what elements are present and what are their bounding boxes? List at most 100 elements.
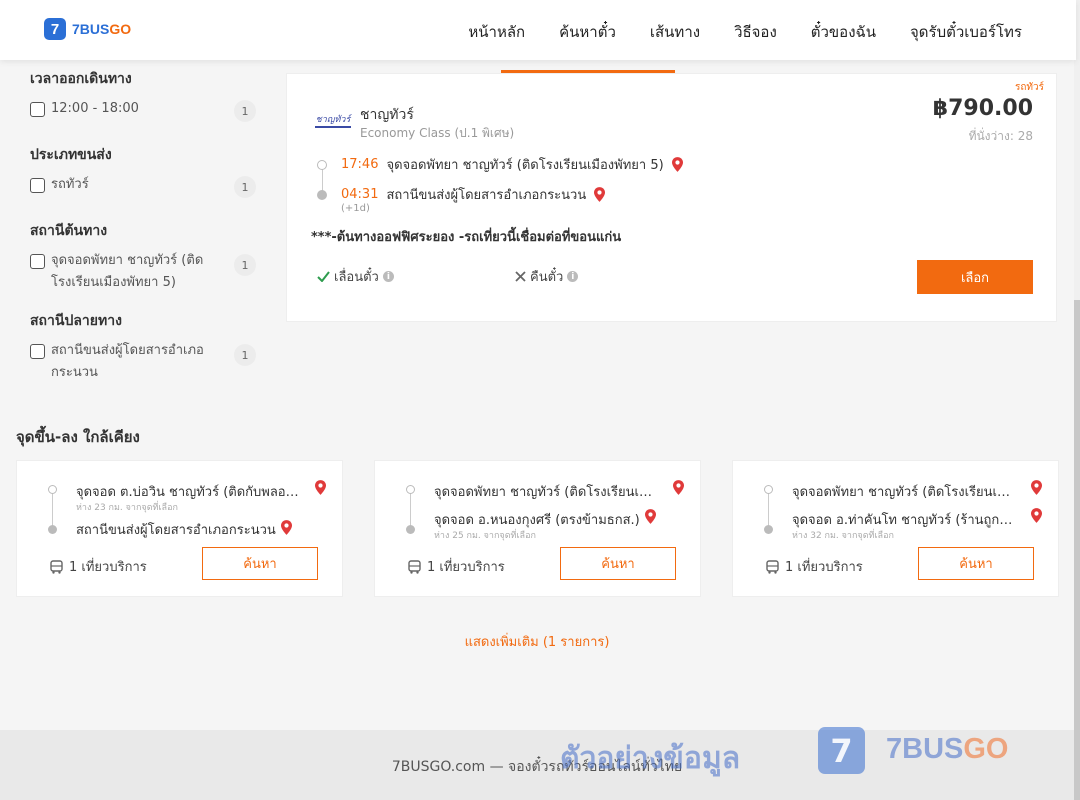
vehicle-type-ribbon: รถทัวร์	[1014, 82, 1044, 93]
site-logo[interactable]: 7 7BUSGO	[44, 18, 131, 40]
watermark-text: ตัวอย่างข้อมูล	[560, 741, 741, 776]
checkbox[interactable]	[30, 178, 45, 193]
checkbox[interactable]	[30, 344, 45, 359]
scrollbar-thumb[interactable]	[1074, 300, 1080, 800]
top-header: 7 7BUSGO หน้าหลัก ค้นหาตั๋ว เส้นทาง วิธี…	[0, 0, 1076, 60]
trip-count: 1 เที่ยวบริการ	[766, 556, 863, 577]
filter-title-departure-time: เวลาออกเดินทาง	[30, 71, 132, 87]
nearby-from: จุดจอดพัทยา ชาญทัวร์ (ติดโรงเรียนเมืองพั…	[434, 485, 660, 500]
arrival-time: 04:31	[341, 187, 379, 202]
map-pin-icon[interactable]	[315, 480, 326, 495]
filter-item-time[interactable]: 12:00 - 18:00 1	[30, 100, 256, 122]
filter-item-transport[interactable]: รถทัวร์ 1	[30, 176, 256, 198]
select-trip-button[interactable]: เลือก	[917, 260, 1033, 294]
refund-feature: คืนตั๋ว i	[515, 266, 579, 287]
filter-item-destination[interactable]: สถานีขนส่งผู้โดยสารอำเภอกระนวน 1	[30, 342, 256, 384]
filter-count-badge: 1	[234, 344, 256, 366]
info-icon[interactable]: i	[567, 271, 579, 282]
filter-count-badge: 1	[234, 254, 256, 276]
reschedule-feature: เลื่อนตั๋ว i	[317, 266, 394, 287]
departure-time: 17:46	[341, 157, 379, 172]
timeline-origin-dot	[764, 485, 773, 494]
filter-item-origin[interactable]: จุดจอดพัทยา ชาญทัวร์ (ติดโรงเรียนเมืองพั…	[30, 252, 256, 294]
info-icon[interactable]: i	[382, 271, 394, 282]
map-pin-icon[interactable]	[1031, 508, 1042, 523]
nearby-to-distance: ห่าง 25 กม. จากจุดที่เลือก	[434, 531, 536, 541]
arrival-place: สถานีขนส่งผู้โดยสารอำเภอกระนวน	[386, 188, 587, 203]
nav-my-tickets[interactable]: ตั๋วของฉัน	[811, 20, 876, 44]
filter-title-destination: สถานีปลายทาง	[30, 313, 122, 329]
timeline-line	[410, 491, 411, 529]
logo-text: 7BUSGO	[72, 21, 132, 37]
seats-available: ที่นั่งว่าง: 28	[968, 129, 1033, 143]
main-nav: หน้าหลัก ค้นหาตั๋ว เส้นทาง วิธีจอง ตั๋วข…	[468, 20, 1022, 44]
map-pin-icon[interactable]	[1031, 480, 1042, 495]
trip-price: ฿790.00	[932, 96, 1033, 121]
nav-how-to-book[interactable]: วิธีจอง	[734, 20, 777, 44]
map-pin-icon[interactable]	[673, 480, 684, 495]
page-scrollbar[interactable]	[1074, 0, 1080, 800]
nearby-from: จุดจอด ต.บ่อวิน ชาญทัวร์ (ติดกับพลอยเพชร…	[76, 485, 302, 500]
timeline-origin-dot	[317, 160, 327, 170]
filter-label: รถทัวร์	[51, 177, 89, 192]
checkbox[interactable]	[30, 102, 45, 117]
trip-count-label: 1 เที่ยวบริการ	[785, 560, 863, 575]
nearby-card: จุดจอดพัทยา ชาญทัวร์ (ติดโรงเรียนเมืองพั…	[374, 460, 701, 597]
bus-icon	[408, 559, 421, 574]
watermark-brand: 7BUSGO	[886, 733, 1009, 765]
filter-label: จุดจอดพัทยา ชาญทัวร์ (ติดโรงเรียนเมืองพั…	[51, 253, 204, 290]
nearby-to-distance: ห่าง 32 กม. จากจุดที่เลือก	[792, 531, 894, 541]
timeline-destination-dot	[48, 525, 57, 534]
trip-count: 1 เที่ยวบริการ	[408, 556, 505, 577]
bus-icon	[766, 559, 779, 574]
reschedule-label: เลื่อนตั๋ว	[334, 270, 379, 285]
nearby-search-button[interactable]: ค้นหา	[560, 547, 676, 580]
timeline-origin-dot	[406, 485, 415, 494]
arrival-stop: 04:31 สถานีขนส่งผู้โดยสารอำเภอกระนวน	[341, 184, 606, 205]
nearby-search-button[interactable]: ค้นหา	[202, 547, 318, 580]
departure-place: จุดจอดพัทยา ชาญทัวร์ (ติดโรงเรียนเมืองพั…	[386, 158, 664, 173]
timeline-destination-dot	[764, 525, 773, 534]
nearby-card: จุดจอดพัทยา ชาญทัวร์ (ติดโรงเรียนเมืองพั…	[732, 460, 1059, 597]
nearby-from-distance: ห่าง 23 กม. จากจุดที่เลือก	[76, 503, 178, 513]
map-pin-icon[interactable]	[281, 520, 292, 535]
nearby-search-button[interactable]: ค้นหา	[918, 547, 1034, 580]
nav-search-tickets[interactable]: ค้นหาตั๋ว	[559, 20, 616, 44]
check-icon	[317, 271, 330, 282]
timeline-line	[768, 491, 769, 529]
filter-label: 12:00 - 18:00	[51, 101, 139, 116]
nearby-to: สถานีขนส่งผู้โดยสารอำเภอกระนวน	[76, 523, 276, 538]
trip-count-label: 1 เที่ยวบริการ	[427, 560, 505, 575]
map-pin-icon[interactable]	[594, 187, 606, 202]
timeline-destination-dot	[406, 525, 415, 534]
nav-pickup-points[interactable]: จุดรับตั๋วเบอร์โทร	[910, 20, 1022, 44]
trip-note: ***-ต้นทางออฟฟิศระยอง -รถเที่ยวนี้เชื่อม…	[311, 230, 622, 245]
trip-count: 1 เที่ยวบริการ	[50, 556, 147, 577]
nav-routes[interactable]: เส้นทาง	[650, 20, 700, 44]
departure-stop: 17:46 จุดจอดพัทยา ชาญทัวร์ (ติดโรงเรียนเ…	[341, 154, 683, 175]
nearby-from: จุดจอดพัทยา ชาญทัวร์ (ติดโรงเรียนเมืองพั…	[792, 485, 1018, 500]
watermark-logo-icon: 7	[818, 727, 865, 774]
nav-home[interactable]: หน้าหลัก	[468, 20, 525, 44]
refund-label: คืนตั๋ว	[530, 270, 564, 285]
map-pin-icon[interactable]	[671, 157, 683, 172]
operator-name: ชาญทัวร์	[360, 107, 414, 123]
filter-count-badge: 1	[234, 176, 256, 198]
timeline-origin-dot	[48, 485, 57, 494]
logo-mark-icon: 7	[44, 18, 66, 40]
show-more-link[interactable]: แสดงเพิ่มเติม (1 รายการ)	[0, 631, 1074, 652]
timeline-line	[52, 491, 53, 529]
checkbox[interactable]	[30, 254, 45, 269]
filter-count-badge: 1	[234, 100, 256, 122]
operator-logo: ชาญทัวร์	[315, 114, 351, 128]
filter-label: สถานีขนส่งผู้โดยสารอำเภอกระนวน	[51, 343, 204, 380]
cross-icon	[515, 271, 526, 282]
nearby-to: จุดจอด อ.หนองกุงศรี (ตรงข้ามธกส.)	[434, 513, 640, 528]
filter-title-transport-type: ประเภทขนส่ง	[30, 147, 112, 163]
next-day-indicator: (+1d)	[341, 203, 370, 214]
trip-count-label: 1 เที่ยวบริการ	[69, 560, 147, 575]
filter-sidebar: เวลาออกเดินทาง 12:00 - 18:00 1 ประเภทขนส…	[30, 68, 256, 388]
map-pin-icon[interactable]	[645, 509, 656, 524]
nearby-to: จุดจอด อ.ท่าคันโท ชาญทัวร์ (ร้านถูกชูเดร…	[792, 513, 1018, 528]
bus-icon	[50, 559, 63, 574]
